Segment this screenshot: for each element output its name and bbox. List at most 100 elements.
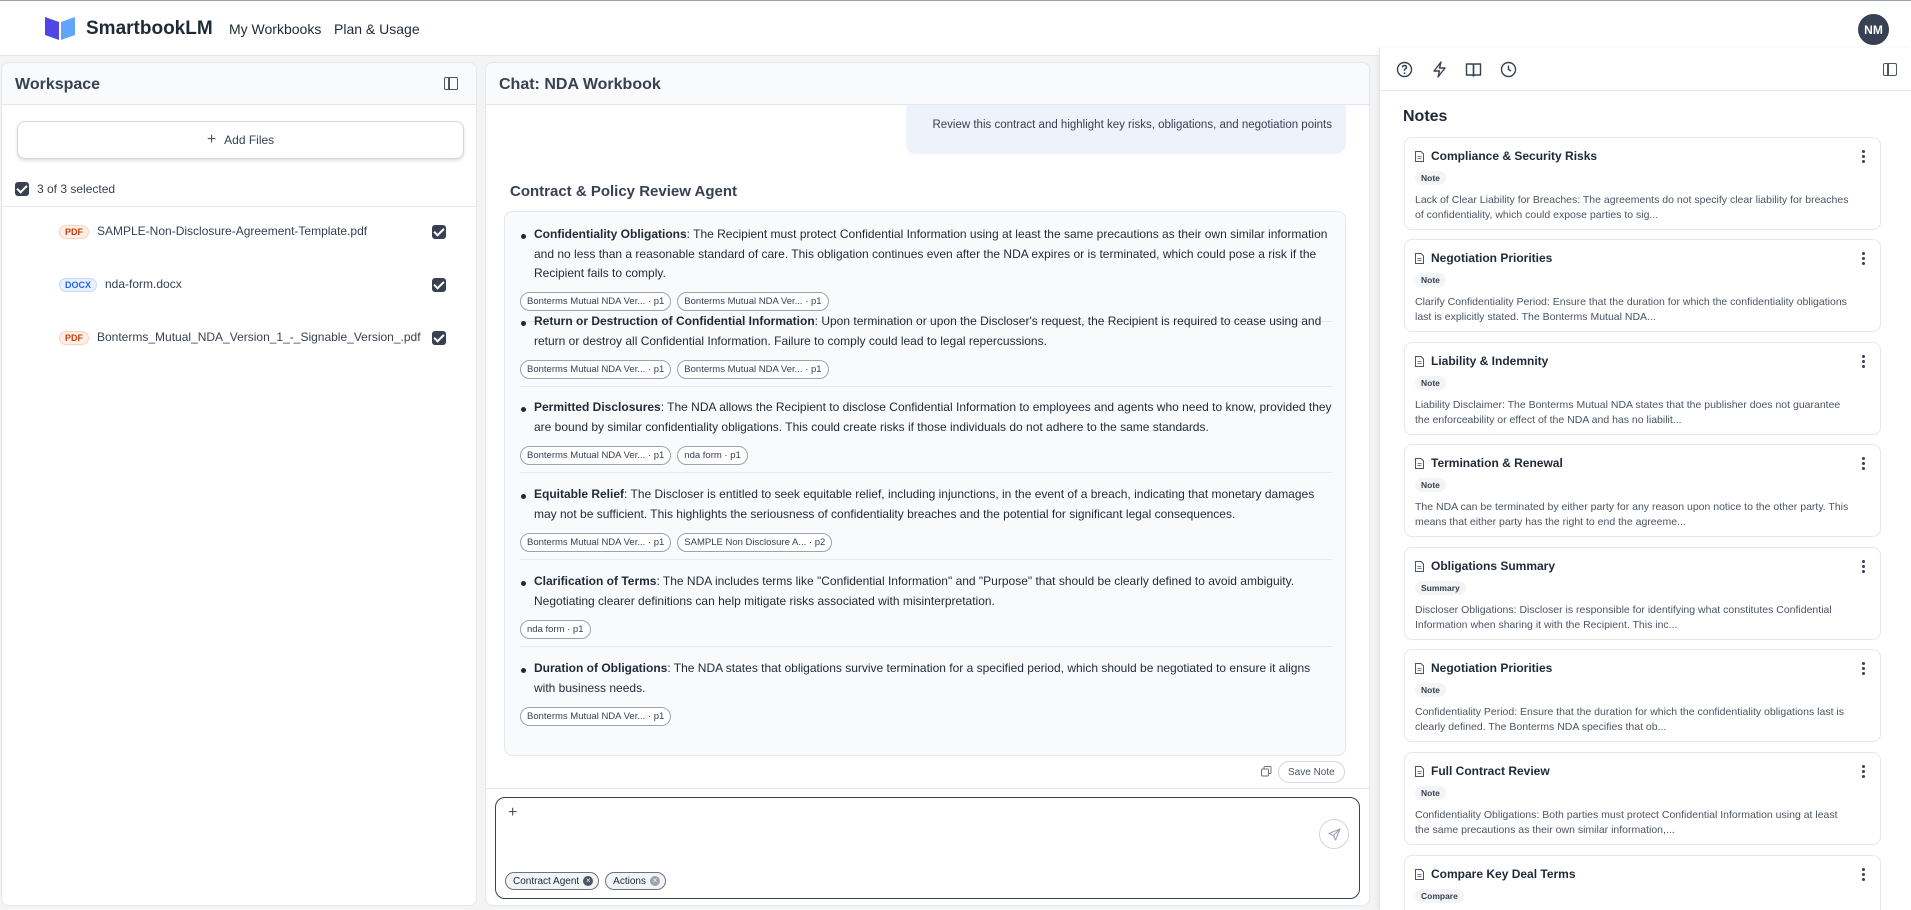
citation-chip[interactable]: Bonterms Mutual NDA Ver... · p1 — [677, 360, 829, 379]
note-card[interactable]: Liability & Indemnity Note Liability Dis… — [1404, 342, 1881, 435]
note-card[interactable]: Compliance & Security Risks Note Lack of… — [1404, 137, 1881, 230]
file-name[interactable]: nda-form.docx — [105, 277, 182, 291]
note-card[interactable]: Termination & Renewal Note The NDA can b… — [1404, 444, 1881, 537]
note-card[interactable]: Full Contract Review Note Confidentialit… — [1404, 752, 1881, 845]
divider — [520, 559, 1332, 560]
nav-plan-usage[interactable]: Plan & Usage — [334, 21, 420, 37]
response-item-text: Return or Destruction of Confidential In… — [534, 312, 1334, 351]
note-title: Obligations Summary — [1431, 559, 1556, 573]
workspace-title: Workspace — [15, 76, 101, 93]
file-type-badge: DOCX — [59, 278, 98, 292]
help-icon[interactable] — [1396, 61, 1413, 78]
citation-chip[interactable]: Bonterms Mutual NDA Ver... · p1 — [520, 292, 672, 311]
citation-chip[interactable]: SAMPLE Non Disclosure A... · p2 — [677, 533, 833, 552]
citation-chip[interactable]: nda form · p1 — [677, 446, 748, 465]
note-title: Negotiation Priorities — [1431, 661, 1553, 675]
plus-icon: + — [206, 131, 217, 148]
file-checkbox[interactable] — [432, 225, 446, 239]
history-clock-icon[interactable] — [1500, 61, 1517, 78]
more-menu-icon[interactable] — [1862, 765, 1866, 778]
more-menu-icon[interactable] — [1862, 150, 1866, 163]
response-item-text: Confidentiality Obligations: The Recipie… — [534, 225, 1334, 284]
item-heading: Clarification of Terms — [534, 574, 657, 588]
citation-chip[interactable]: Bonterms Mutual NDA Ver... · p1 — [520, 707, 672, 726]
copy-icon[interactable] — [1261, 766, 1272, 777]
add-files-button[interactable]: + Add Files — [17, 121, 464, 159]
note-preview: Confidentiality Period: Ensure that the … — [1415, 706, 1844, 733]
selected-count: 3 of 3 selected — [37, 182, 116, 196]
bullet — [521, 494, 526, 499]
file-row[interactable]: DOCX nda-form.docx — [2, 269, 476, 299]
panel-toggle-icon[interactable] — [1883, 63, 1897, 76]
note-card[interactable]: Obligations Summary Summary Discloser Ob… — [1404, 547, 1881, 640]
more-menu-icon[interactable] — [1862, 868, 1866, 881]
citation-chip[interactable]: Bonterms Mutual NDA Ver... · p1 — [520, 533, 672, 552]
notes-toolbar — [1380, 48, 1911, 91]
remove-tag-icon[interactable]: × — [649, 876, 660, 886]
chat-input[interactable] — [528, 806, 1228, 846]
divider — [486, 788, 1369, 789]
more-menu-icon[interactable] — [1862, 457, 1866, 470]
note-card[interactable]: Negotiation Priorities Note Confidential… — [1404, 649, 1881, 742]
item-heading: Return or Destruction of Confidential In… — [534, 314, 815, 328]
more-menu-icon[interactable] — [1862, 560, 1866, 573]
citation-chip[interactable]: Bonterms Mutual NDA Ver... · p1 — [677, 292, 829, 311]
sidebar-toggle-icon[interactable] — [444, 77, 458, 90]
divider — [520, 386, 1332, 387]
lightning-icon[interactable] — [1431, 61, 1448, 78]
file-row[interactable]: PDF SAMPLE-Non-Disclosure-Agreement-Temp… — [2, 216, 476, 246]
divider — [520, 472, 1332, 473]
avatar[interactable]: NM — [1858, 14, 1889, 45]
note-title: Compare Key Deal Terms — [1431, 867, 1576, 881]
attach-plus-icon[interactable]: + — [508, 804, 517, 822]
file-checkbox[interactable] — [432, 331, 446, 345]
note-title: Negotiation Priorities — [1431, 251, 1553, 265]
file-name[interactable]: Bonterms_Mutual_NDA_Version_1_-_Signable… — [97, 330, 421, 344]
notes-title: Notes — [1403, 108, 1448, 125]
file-row[interactable]: PDF Bonterms_Mutual_NDA_Version_1_-_Sign… — [2, 322, 476, 352]
response-item-text: Duration of Obligations: The NDA states … — [534, 659, 1334, 698]
add-files-label: Add Files — [224, 133, 275, 147]
document-icon — [1415, 561, 1424, 572]
brand-name[interactable]: SmartbookLM — [86, 18, 213, 40]
save-note-button[interactable]: Save Note — [1278, 761, 1345, 783]
citation-list: Bonterms Mutual NDA Ver... · p1 Bonterms… — [520, 360, 829, 379]
note-preview: The NDA can be terminated by either part… — [1415, 501, 1849, 528]
select-all-row[interactable]: 3 of 3 selected — [15, 182, 115, 196]
select-all-checkbox[interactable] — [15, 182, 29, 196]
bullet — [521, 234, 526, 239]
notes-list: Compliance & Security Risks Note Lack of… — [1380, 136, 1911, 910]
citation-chip[interactable]: nda form · p1 — [520, 620, 591, 639]
response-item-text: Clarification of Terms: The NDA includes… — [534, 572, 1334, 611]
file-checkbox[interactable] — [432, 278, 446, 292]
note-card[interactable]: Compare Key Deal Terms Compare — [1404, 855, 1881, 910]
agent-response: Confidentiality Obligations: The Recipie… — [504, 211, 1346, 756]
book-logo-icon[interactable] — [44, 15, 76, 41]
note-title: Termination & Renewal — [1431, 456, 1563, 470]
bullet — [521, 668, 526, 673]
book-icon[interactable] — [1465, 61, 1482, 78]
file-type-badge: PDF — [59, 331, 89, 345]
item-body: : The Discloser is entitled to seek equi… — [534, 487, 1315, 521]
nav-my-workbooks[interactable]: My Workbooks — [229, 21, 321, 37]
file-name[interactable]: SAMPLE-Non-Disclosure-Agreement-Template… — [97, 224, 367, 238]
more-menu-icon[interactable] — [1862, 355, 1866, 368]
note-type-badge: Compare — [1415, 889, 1464, 903]
workspace-panel: Workspace + Add Files 3 of 3 selected PD… — [1, 62, 477, 906]
citation-list: Bonterms Mutual NDA Ver... · p1 nda form… — [520, 446, 748, 465]
contract-agent-tag[interactable]: Contract Agent × — [505, 872, 600, 890]
agent-name: Contract & Policy Review Agent — [510, 183, 737, 200]
bullet — [521, 321, 526, 326]
more-menu-icon[interactable] — [1862, 252, 1866, 265]
note-type-badge: Note — [1415, 273, 1446, 287]
document-icon — [1415, 356, 1424, 367]
citation-chip[interactable]: Bonterms Mutual NDA Ver... · p1 — [520, 360, 672, 379]
more-menu-icon[interactable] — [1862, 662, 1866, 675]
tag-label: Contract Agent — [513, 875, 580, 887]
item-heading: Confidentiality Obligations — [534, 227, 687, 241]
send-button[interactable] — [1319, 819, 1349, 849]
citation-chip[interactable]: Bonterms Mutual NDA Ver... · p1 — [520, 446, 672, 465]
actions-tag[interactable]: Actions × — [605, 872, 666, 890]
remove-tag-icon[interactable]: × — [583, 876, 594, 886]
note-card[interactable]: Negotiation Priorities Note Clarify Conf… — [1404, 239, 1881, 332]
